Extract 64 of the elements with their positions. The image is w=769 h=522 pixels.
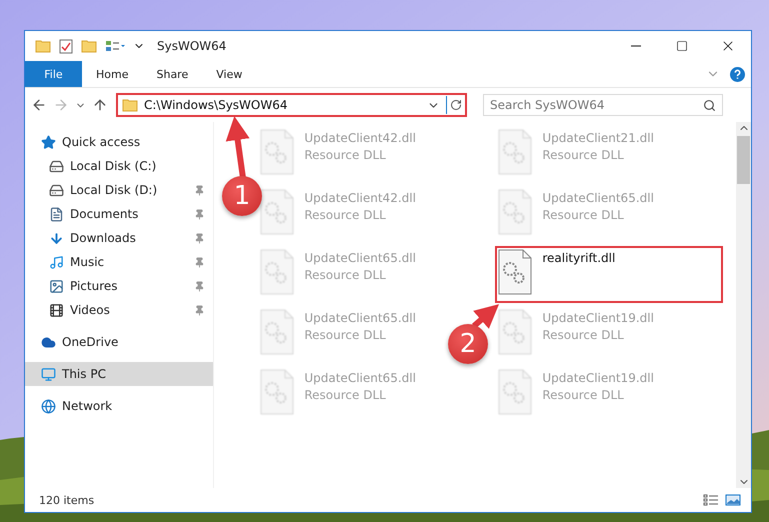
pin-icon — [194, 208, 206, 220]
nav-item[interactable]: Downloads — [25, 226, 214, 250]
drive-icon — [49, 182, 64, 198]
nav-item[interactable]: Pictures — [25, 274, 214, 298]
maximize-icon — [676, 40, 688, 52]
large-icons-view-icon[interactable] — [725, 494, 741, 506]
back-button[interactable] — [31, 97, 47, 113]
folder-icon — [35, 39, 51, 53]
view-list-icon[interactable] — [105, 40, 125, 52]
file-icon — [498, 189, 532, 235]
file-icon — [498, 249, 532, 295]
nav-item[interactable]: Documents — [25, 202, 214, 226]
file-icon — [498, 369, 532, 415]
pin-icon — [194, 184, 206, 196]
monitor-icon — [41, 366, 56, 382]
arrow — [472, 304, 500, 329]
download-icon — [49, 230, 64, 246]
document-icon — [49, 206, 64, 222]
music-note-icon — [49, 254, 64, 270]
scrollbar[interactable] — [736, 122, 751, 488]
scroll-thumb[interactable] — [737, 136, 750, 184]
nav-item[interactable]: Local Disk (C:) — [25, 154, 214, 178]
up-button[interactable] — [92, 97, 108, 113]
pin-icon — [194, 304, 206, 316]
minimize-icon — [631, 45, 641, 47]
nav-item[interactable]: Videos — [25, 298, 214, 322]
arrow — [226, 116, 250, 178]
file-menu-button[interactable]: File — [25, 61, 82, 87]
address-field[interactable]: C:\Windows\SysWOW64 — [116, 93, 467, 117]
drive-icon — [49, 158, 64, 174]
refresh-icon[interactable] — [450, 99, 462, 111]
search-box[interactable]: Search SysWOW64 — [483, 94, 723, 116]
folder-icon — [122, 98, 138, 112]
properties-icon[interactable] — [59, 38, 73, 54]
ribbon-tab[interactable]: View — [202, 61, 256, 87]
star-icon — [41, 134, 56, 150]
item-count: 120 items — [39, 494, 94, 506]
nav-item[interactable]: Music — [25, 250, 214, 274]
nav-item[interactable]: Local Disk (D:) — [25, 178, 214, 202]
nav-item[interactable]: Quick access — [25, 130, 214, 154]
file-icon — [498, 309, 532, 355]
ribbon-tab[interactable]: Share — [142, 61, 202, 87]
picture-icon — [49, 278, 64, 294]
ribbon-tab[interactable]: Home — [82, 61, 142, 87]
file-icon — [498, 129, 532, 175]
file-item[interactable]: realityrift.dll — [495, 246, 724, 303]
pin-icon — [194, 256, 206, 268]
pin-icon — [194, 280, 206, 292]
nav-item[interactable]: OneDrive — [25, 330, 214, 354]
help-icon[interactable] — [730, 66, 745, 82]
film-icon — [49, 302, 64, 318]
pin-icon — [194, 232, 206, 244]
nav-item[interactable]: This PC — [25, 362, 214, 386]
file-icon — [260, 369, 294, 415]
details-view-icon[interactable] — [703, 494, 719, 506]
window-title: SysWOW64 — [157, 39, 226, 53]
nav-item[interactable]: Network — [25, 394, 214, 418]
search-icon[interactable] — [703, 98, 716, 112]
file-icon — [260, 129, 294, 175]
network-icon — [41, 398, 56, 414]
cloud-icon — [41, 334, 56, 350]
file-icon — [260, 249, 294, 295]
file-icon — [260, 309, 294, 355]
file-icon — [260, 189, 294, 235]
